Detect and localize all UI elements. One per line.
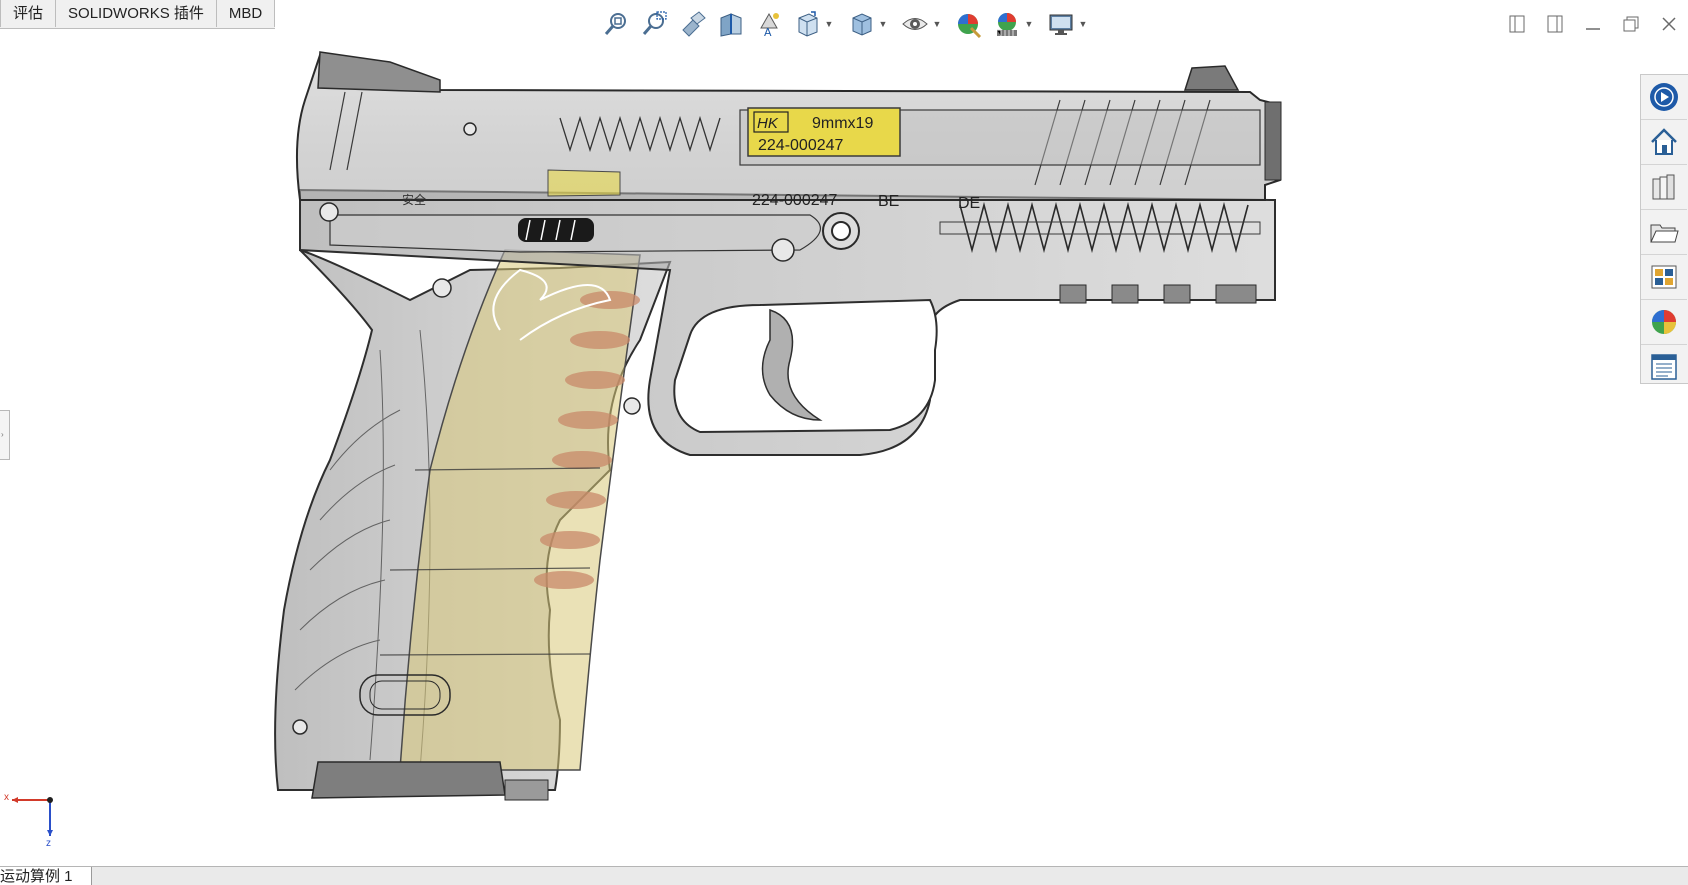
tile-left-icon[interactable] bbox=[1498, 6, 1536, 42]
file-explorer-icon[interactable] bbox=[1641, 210, 1687, 255]
hide-show-dropdown-icon[interactable]: ▼ bbox=[932, 7, 942, 41]
close-icon[interactable] bbox=[1650, 6, 1688, 42]
zoom-to-area-icon[interactable] bbox=[638, 7, 672, 41]
cartridge-brand: HK bbox=[757, 115, 779, 132]
task-pane bbox=[1640, 74, 1688, 384]
display-style-icon[interactable] bbox=[844, 7, 878, 41]
magazine-baseplate bbox=[311, 761, 506, 799]
svg-text:A: A bbox=[764, 26, 772, 38]
triad-z-label: z bbox=[46, 838, 51, 846]
design-library-icon[interactable] bbox=[1641, 165, 1687, 210]
minimize-icon[interactable] bbox=[1574, 6, 1612, 42]
custom-properties-icon[interactable] bbox=[1641, 345, 1687, 389]
dynamic-annotation-views-icon[interactable]: A bbox=[752, 7, 786, 41]
view-orientation-icon[interactable] bbox=[790, 7, 824, 41]
magazine-floor bbox=[504, 779, 549, 801]
frame-suffix: BE bbox=[878, 193, 899, 210]
frame-stamp: 安全 bbox=[402, 192, 426, 207]
graphics-area-model[interactable]: HK 9mmx19 224-000247 224-000247 BE DE 安全 bbox=[265, 48, 1295, 808]
window-controls bbox=[1498, 4, 1688, 44]
appearances-scenes-icon[interactable] bbox=[1641, 300, 1687, 345]
tab-evaluate[interactable]: 评估 bbox=[0, 0, 57, 27]
front-sight bbox=[1183, 65, 1240, 91]
muzzle bbox=[1264, 101, 1282, 181]
zoom-to-fit-icon[interactable] bbox=[600, 7, 634, 41]
hide-show-items-icon[interactable] bbox=[898, 7, 932, 41]
apply-scene-icon[interactable] bbox=[990, 7, 1024, 41]
restore-icon[interactable] bbox=[1612, 6, 1650, 42]
motion-study-tab-bar: 运动算例 1 bbox=[0, 866, 1688, 885]
previous-view-icon[interactable] bbox=[676, 7, 710, 41]
tab-solidworks-addins[interactable]: SOLIDWORKS 插件 bbox=[56, 0, 217, 27]
section-view-icon[interactable] bbox=[714, 7, 748, 41]
display-style-dropdown-icon[interactable]: ▼ bbox=[878, 7, 888, 41]
frame-marking: 224-000247 bbox=[752, 192, 838, 209]
rear-sight bbox=[317, 51, 441, 93]
frame-country: DE bbox=[958, 195, 980, 212]
tile-right-icon[interactable] bbox=[1536, 6, 1574, 42]
cartridge-caliber: 9mmx19 bbox=[812, 115, 873, 132]
view-palette-icon[interactable] bbox=[1641, 255, 1687, 300]
tab-mbd[interactable]: MBD bbox=[217, 0, 276, 27]
cartridge-part-number: 224-000247 bbox=[758, 137, 844, 154]
reference-triad: x z bbox=[4, 792, 53, 846]
command-tabs: 评估 SOLIDWORKS 插件 MBD bbox=[0, 0, 276, 29]
internal-yellow-part bbox=[547, 169, 621, 197]
triad-x-label: x bbox=[4, 792, 9, 803]
view-orientation-dropdown-icon[interactable]: ▼ bbox=[824, 7, 834, 41]
tab-motion-study-1[interactable]: 运动算例 1 bbox=[0, 867, 92, 885]
view-settings-dropdown-icon[interactable]: ▼ bbox=[1078, 7, 1088, 41]
expand-arrow-icon: › bbox=[1, 430, 4, 439]
apply-scene-dropdown-icon[interactable]: ▼ bbox=[1024, 7, 1034, 41]
home-icon[interactable] bbox=[1641, 120, 1687, 165]
heads-up-view-toolbar: A ▼ ▼ ▼ ▼ ▼ bbox=[600, 4, 1094, 44]
view-settings-icon[interactable] bbox=[1044, 7, 1078, 41]
solidworks-resources-icon[interactable] bbox=[1641, 75, 1687, 120]
feature-manager-expand-handle[interactable]: › bbox=[0, 410, 10, 460]
edit-appearance-icon[interactable] bbox=[952, 7, 986, 41]
